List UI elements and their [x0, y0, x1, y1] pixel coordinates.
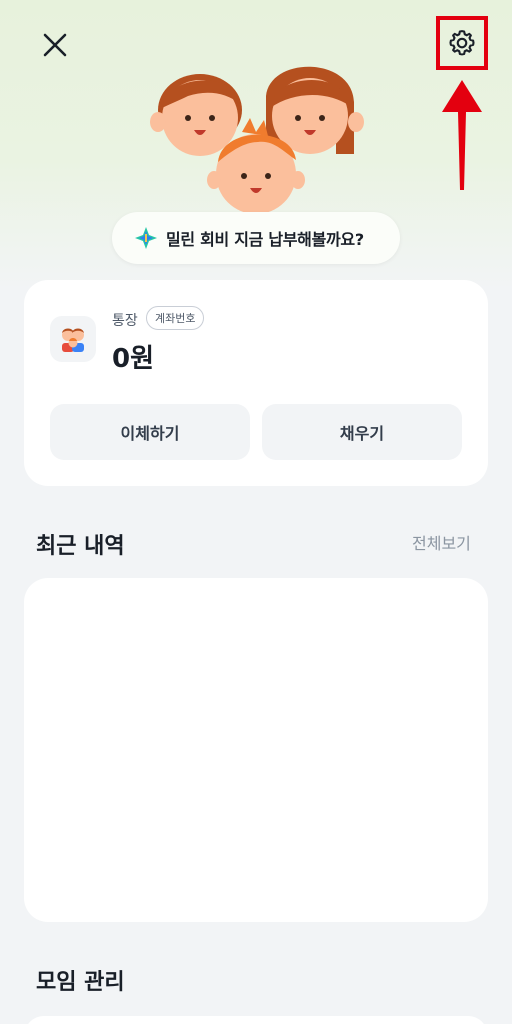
account-avatar — [50, 316, 96, 362]
group-management-title: 모임 관리 — [36, 970, 125, 995]
recent-history-card — [24, 578, 488, 922]
red-arrow-annotation — [442, 80, 482, 190]
see-all-link[interactable]: 전체보기 — [412, 530, 471, 554]
banner-text: 밀린 회비 지금 납부해볼까요? — [166, 230, 364, 249]
dues-banner[interactable]: 밀린 회비 지금 납부해볼까요? — [112, 212, 400, 264]
close-icon — [43, 33, 67, 57]
group-management-card — [24, 1016, 488, 1024]
settings-button[interactable] — [436, 16, 488, 70]
face-left — [150, 74, 242, 156]
sparkle-icon — [135, 227, 157, 249]
account-balance: 0원 — [112, 344, 155, 374]
family-illustration — [150, 66, 364, 214]
recent-history-title: 최근 내역 — [36, 534, 125, 559]
account-number-badge[interactable]: 계좌번호 — [146, 306, 205, 330]
gear-icon — [449, 30, 475, 56]
account-label: 통장 — [112, 313, 138, 329]
fill-button[interactable]: 채우기 — [262, 404, 462, 460]
close-button[interactable] — [36, 26, 74, 64]
account-card: 통장 계좌번호 0원 이체하기 채우기 — [24, 280, 488, 486]
family-icon — [62, 328, 84, 352]
transfer-button[interactable]: 이체하기 — [50, 404, 250, 460]
